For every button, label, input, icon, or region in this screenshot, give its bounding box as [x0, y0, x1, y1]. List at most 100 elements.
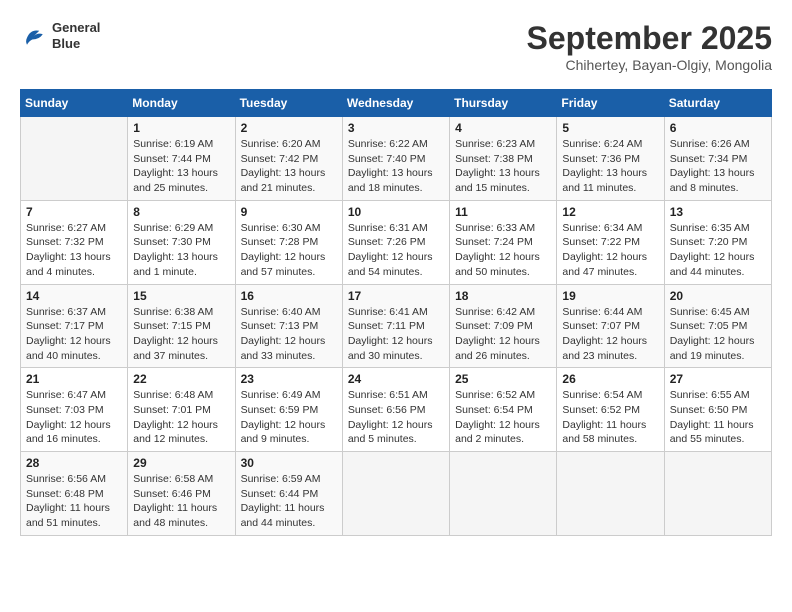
day-info-line: Sunset: 7:36 PM [562, 152, 658, 167]
day-info-line: Sunrise: 6:22 AM [348, 137, 444, 152]
day-info-line: Sunrise: 6:52 AM [455, 388, 551, 403]
table-row: 10Sunrise: 6:31 AMSunset: 7:26 PMDayligh… [342, 200, 449, 284]
day-number: 4 [455, 121, 551, 135]
table-row: 9Sunrise: 6:30 AMSunset: 7:28 PMDaylight… [235, 200, 342, 284]
table-row: 12Sunrise: 6:34 AMSunset: 7:22 PMDayligh… [557, 200, 664, 284]
day-info-line: and 47 minutes. [562, 265, 658, 280]
day-info-line: and 54 minutes. [348, 265, 444, 280]
logo-text: General Blue [52, 20, 100, 51]
day-info-line: Sunrise: 6:54 AM [562, 388, 658, 403]
day-info-line: Sunset: 7:22 PM [562, 235, 658, 250]
day-info-line: and 57 minutes. [241, 265, 337, 280]
day-info-line: and 12 minutes. [133, 432, 229, 447]
day-info-line: Sunrise: 6:34 AM [562, 221, 658, 236]
table-row: 5Sunrise: 6:24 AMSunset: 7:36 PMDaylight… [557, 117, 664, 201]
day-info-line: Daylight: 12 hours [26, 334, 122, 349]
day-info-line: and 15 minutes. [455, 181, 551, 196]
col-saturday: Saturday [664, 90, 771, 117]
day-info-line: and 40 minutes. [26, 349, 122, 364]
day-info-line: Sunset: 7:24 PM [455, 235, 551, 250]
day-info-line: Daylight: 13 hours [26, 250, 122, 265]
day-number: 25 [455, 372, 551, 386]
day-info-line: Daylight: 12 hours [562, 250, 658, 265]
day-number: 13 [670, 205, 766, 219]
day-info-line: Sunset: 7:32 PM [26, 235, 122, 250]
day-info-line: Sunrise: 6:48 AM [133, 388, 229, 403]
day-info-line: Sunset: 7:26 PM [348, 235, 444, 250]
day-info-line: Sunrise: 6:47 AM [26, 388, 122, 403]
day-info-line: Sunrise: 6:42 AM [455, 305, 551, 320]
day-info-line: and 4 minutes. [26, 265, 122, 280]
day-info-line: Sunset: 7:42 PM [241, 152, 337, 167]
day-number: 8 [133, 205, 229, 219]
table-row: 16Sunrise: 6:40 AMSunset: 7:13 PMDayligh… [235, 284, 342, 368]
page-header: General Blue September 2025 Chihertey, B… [20, 20, 772, 73]
day-info-line: and 55 minutes. [670, 432, 766, 447]
day-info-line: Sunrise: 6:38 AM [133, 305, 229, 320]
day-number: 17 [348, 289, 444, 303]
day-info-line: Sunrise: 6:49 AM [241, 388, 337, 403]
day-number: 14 [26, 289, 122, 303]
day-info-line: Sunset: 6:48 PM [26, 487, 122, 502]
day-number: 15 [133, 289, 229, 303]
table-row: 7Sunrise: 6:27 AMSunset: 7:32 PMDaylight… [21, 200, 128, 284]
table-row: 15 Sunrise: 6:38 AMSunset: 7:15 PMDayligh… [128, 284, 235, 368]
day-info-line: Daylight: 13 hours [455, 166, 551, 181]
day-info-line: Sunrise: 6:35 AM [670, 221, 766, 236]
day-info-line: Sunrise: 6:58 AM [133, 472, 229, 487]
day-info-line: Sunrise: 6:29 AM [133, 221, 229, 236]
calendar-header-row: Sunday Monday Tuesday Wednesday Thursday… [21, 90, 772, 117]
calendar-week-row: 21Sunrise: 6:47 AMSunset: 7:03 PMDayligh… [21, 368, 772, 452]
table-row [557, 452, 664, 536]
day-info-line: Sunset: 7:11 PM [348, 319, 444, 334]
title-block: September 2025 Chihertey, Bayan-Olgiy, M… [527, 20, 772, 73]
table-row: 19Sunrise: 6:44 AMSunset: 7:07 PMDayligh… [557, 284, 664, 368]
table-row: 11Sunrise: 6:33 AMSunset: 7:24 PMDayligh… [450, 200, 557, 284]
day-info-line: Sunset: 6:56 PM [348, 403, 444, 418]
table-row [342, 452, 449, 536]
table-row: 6Sunrise: 6:26 AMSunset: 7:34 PMDaylight… [664, 117, 771, 201]
calendar-week-row: 7Sunrise: 6:27 AMSunset: 7:32 PMDaylight… [21, 200, 772, 284]
day-info-line: Sunset: 7:30 PM [133, 235, 229, 250]
day-info-line: Sunrise: 6:44 AM [562, 305, 658, 320]
day-number: 3 [348, 121, 444, 135]
day-info-line: Daylight: 12 hours [348, 334, 444, 349]
table-row [21, 117, 128, 201]
day-info-line: and 33 minutes. [241, 349, 337, 364]
day-info-line: Daylight: 12 hours [26, 418, 122, 433]
day-number: 10 [348, 205, 444, 219]
day-info-line: Sunrise: 6:30 AM [241, 221, 337, 236]
day-info-line: Sunset: 7:34 PM [670, 152, 766, 167]
calendar-week-row: 14Sunrise: 6:37 AMSunset: 7:17 PMDayligh… [21, 284, 772, 368]
day-number: 26 [562, 372, 658, 386]
day-info-line: and 44 minutes. [241, 516, 337, 531]
day-info-line: Daylight: 11 hours [133, 501, 229, 516]
table-row: 18Sunrise: 6:42 AMSunset: 7:09 PMDayligh… [450, 284, 557, 368]
day-info-line: Daylight: 11 hours [562, 418, 658, 433]
location-subtitle: Chihertey, Bayan-Olgiy, Mongolia [527, 57, 772, 73]
day-info-line: Sunset: 7:15 PM [133, 319, 229, 334]
day-info-line: Sunset: 7:20 PM [670, 235, 766, 250]
day-info-line: and 9 minutes. [241, 432, 337, 447]
day-info-line: Daylight: 12 hours [241, 418, 337, 433]
day-info-line: Sunrise: 6:20 AM [241, 137, 337, 152]
day-info-line: Daylight: 12 hours [670, 250, 766, 265]
day-info-line: and 18 minutes. [348, 181, 444, 196]
day-info-line: Daylight: 11 hours [26, 501, 122, 516]
day-number: 30 [241, 456, 337, 470]
day-number: 6 [670, 121, 766, 135]
day-info-line: Sunset: 7:28 PM [241, 235, 337, 250]
day-info-line: Daylight: 12 hours [133, 334, 229, 349]
day-info-line: Sunrise: 6:24 AM [562, 137, 658, 152]
table-row: 4Sunrise: 6:23 AMSunset: 7:38 PMDaylight… [450, 117, 557, 201]
day-info-line: Daylight: 12 hours [133, 418, 229, 433]
col-friday: Friday [557, 90, 664, 117]
calendar-table: Sunday Monday Tuesday Wednesday Thursday… [20, 89, 772, 536]
table-row: 2Sunrise: 6:20 AMSunset: 7:42 PMDaylight… [235, 117, 342, 201]
table-row: 29Sunrise: 6:58 AMSunset: 6:46 PMDayligh… [128, 452, 235, 536]
day-info-line: Sunrise: 6:45 AM [670, 305, 766, 320]
table-row: 1Sunrise: 6:19 AMSunset: 7:44 PMDaylight… [128, 117, 235, 201]
day-info-line: Sunset: 7:01 PM [133, 403, 229, 418]
day-info-line: Daylight: 12 hours [455, 250, 551, 265]
day-info-line: and 51 minutes. [26, 516, 122, 531]
